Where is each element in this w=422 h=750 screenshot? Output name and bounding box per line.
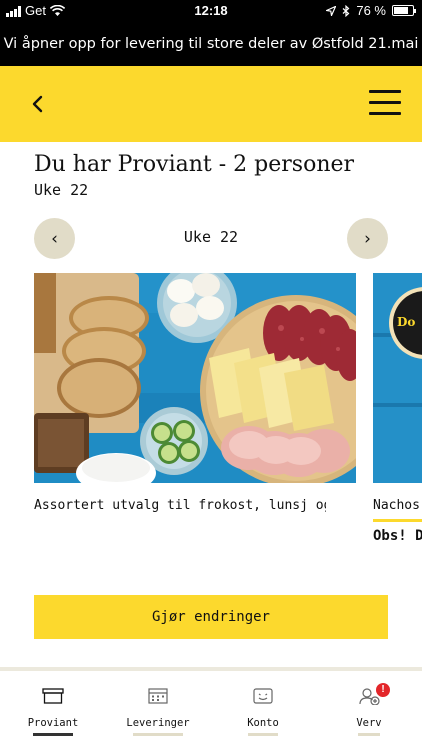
tab-label: Leveringer [126, 717, 190, 729]
tab-leveringer[interactable]: Leveringer [123, 687, 193, 736]
next-week-button[interactable]: › [347, 218, 388, 259]
tab-proviant[interactable]: Proviant [18, 687, 88, 736]
page-subtitle: Uke 22 [34, 181, 89, 199]
banner-text: Vi åpner opp for levering til store dele… [3, 36, 419, 52]
calendar-icon [148, 688, 168, 704]
location-arrow-icon [326, 5, 337, 16]
bluetooth-icon [342, 4, 350, 17]
app-header [0, 66, 422, 142]
meal-card-image-next[interactable]: Do [373, 273, 422, 483]
menu-button[interactable] [369, 90, 401, 118]
tab-label: Konto [247, 717, 279, 729]
info-banner: Vi åpner opp for levering til store dele… [0, 22, 422, 66]
make-changes-button[interactable]: Gjør endringer [34, 595, 388, 639]
meal-card-caption: Assortert utvalg til frokost, lunsj og k… [34, 498, 326, 513]
card-badge-text: Do [397, 315, 416, 329]
tab-verv[interactable]: ! Verv [334, 683, 404, 736]
tab-bar-divider [0, 667, 422, 671]
tab-label: Verv [356, 717, 382, 729]
meal-card-image[interactable] [34, 273, 356, 483]
make-changes-label: Gjør endringer [151, 609, 270, 625]
chevron-left-icon [32, 95, 43, 113]
notification-badge: ! [376, 683, 390, 697]
status-bar: Get 12:18 76 % [0, 0, 422, 22]
tab-indicator [358, 733, 380, 736]
battery-percent: 76 % [356, 3, 386, 18]
tab-indicator [248, 733, 278, 736]
back-button[interactable] [26, 90, 50, 118]
card-note: Obs! D [373, 528, 422, 544]
account-icon [253, 688, 273, 704]
caption-underline [373, 519, 422, 522]
breakfast-photo [34, 273, 356, 483]
status-right: 76 % [326, 3, 416, 18]
page-title: Du har Proviant - 2 personer [34, 152, 355, 177]
tab-indicator [33, 733, 73, 736]
tab-indicator [133, 733, 183, 736]
tab-konto[interactable]: Konto [228, 687, 298, 736]
tab-label: Proviant [27, 717, 79, 729]
meal-card-caption-next: Nachos [373, 498, 420, 513]
box-icon [42, 688, 64, 704]
chevron-right-icon: › [364, 228, 371, 249]
nachos-photo [373, 273, 422, 483]
battery-icon [392, 5, 416, 16]
hamburger-menu-icon [369, 90, 401, 115]
